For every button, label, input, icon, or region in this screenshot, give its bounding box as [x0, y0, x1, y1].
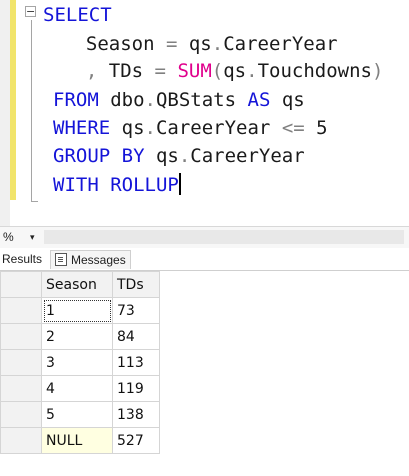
cell-tds[interactable]: 73: [112, 297, 160, 324]
code-token: qs: [110, 117, 145, 139]
code-token: .: [144, 117, 156, 139]
table-row[interactable]: 3 113: [0, 349, 160, 376]
code-token: GROUP BY: [53, 145, 145, 167]
code-token: qs: [144, 145, 179, 167]
text-cursor: [178, 173, 181, 195]
editor-gutter: [0, 0, 10, 226]
code-token: CareerYear: [155, 117, 282, 139]
chevron-down-icon: ▾: [30, 232, 35, 242]
code-token: FROM: [53, 89, 99, 111]
table-row[interactable]: 1 73: [0, 297, 160, 324]
table-row[interactable]: 2 84: [0, 323, 160, 350]
code-token: qs: [270, 89, 305, 111]
code-token: ): [371, 60, 384, 82]
modified-lines-indicator: [10, 0, 16, 200]
result-tabs: Results Messages: [0, 248, 409, 271]
code-token: ,: [85, 60, 98, 82]
code-line[interactable]: WHERE qs.CareerYear <= 5: [53, 115, 328, 141]
tab-results[interactable]: Results: [0, 250, 49, 269]
code-token: dbo: [98, 89, 145, 111]
grid-header-row: Season TDs: [0, 271, 160, 298]
code-line[interactable]: WITH ROLLUP: [53, 172, 181, 198]
code-token: CareerYear: [190, 145, 305, 167]
collapse-region-icon[interactable]: −: [25, 6, 36, 17]
query-editor[interactable]: − SELECT Season = qs.CareerYear , TDs = …: [0, 0, 409, 226]
row-number-header[interactable]: [0, 271, 42, 298]
table-row[interactable]: 4 119: [0, 375, 160, 402]
tab-messages-label: Messages: [71, 253, 126, 267]
code-line[interactable]: , TDs = SUM(qs.Touchdowns): [63, 58, 384, 84]
horizontal-scrollbar[interactable]: [44, 230, 404, 244]
cell-tds[interactable]: 84: [112, 323, 160, 350]
code-token: (: [211, 60, 224, 82]
editor-status-bar: % ▾: [0, 226, 409, 250]
zoom-value: %: [3, 230, 14, 244]
messages-icon: [55, 253, 67, 266]
fold-region-line: [31, 20, 32, 202]
cell-season[interactable]: 1: [41, 297, 113, 324]
code-token: CareerYear: [223, 33, 338, 55]
cell-season[interactable]: NULL: [41, 427, 113, 454]
tab-results-label: Results: [2, 252, 43, 266]
code-line[interactable]: SELECT: [43, 2, 112, 28]
row-selector[interactable]: [0, 297, 42, 324]
code-token: SUM: [177, 60, 212, 82]
row-selector[interactable]: [0, 401, 42, 428]
code-token: .: [211, 33, 224, 55]
code-token: Touchdowns: [257, 60, 372, 82]
code-token: .: [246, 60, 258, 82]
code-token: =: [165, 33, 178, 55]
code-token: .: [144, 89, 156, 111]
cell-tds[interactable]: 113: [112, 349, 160, 376]
table-row[interactable]: NULL 527: [0, 427, 160, 454]
code-token: <=: [281, 117, 305, 139]
code-token: WITH ROLLUP: [53, 174, 179, 196]
code-token: QBStats: [155, 89, 248, 111]
cell-season[interactable]: 3: [41, 349, 113, 376]
code-line[interactable]: GROUP BY qs.CareerYear: [53, 143, 305, 169]
code-token: WHERE: [53, 117, 111, 139]
fold-region-end: [31, 201, 38, 202]
code-token: SELECT: [43, 4, 112, 26]
column-header-season[interactable]: Season: [41, 271, 113, 298]
cell-season[interactable]: 4: [41, 375, 113, 402]
code-token: qs: [177, 33, 212, 55]
zoom-dropdown[interactable]: % ▾: [0, 227, 42, 247]
code-token: qs: [223, 60, 247, 82]
code-token: .: [178, 145, 191, 167]
row-selector[interactable]: [0, 375, 42, 402]
code-token: Season: [63, 33, 166, 55]
code-token: TDs: [97, 60, 155, 82]
results-grid[interactable]: Season TDs 1 73 2 84 3 113 4 119 5 138 NULL 527: [0, 271, 160, 454]
code-token: =: [154, 60, 166, 82]
tab-messages[interactable]: Messages: [50, 250, 131, 269]
code-line[interactable]: Season = qs.CareerYear: [63, 31, 338, 57]
table-row[interactable]: 5 138: [0, 401, 160, 428]
row-selector[interactable]: [0, 323, 42, 350]
row-selector[interactable]: [0, 427, 42, 454]
cell-tds[interactable]: 527: [112, 427, 160, 454]
cell-tds[interactable]: 138: [112, 401, 160, 428]
code-token: AS: [247, 89, 271, 111]
column-header-tds[interactable]: TDs: [112, 271, 160, 298]
cell-season[interactable]: 5: [41, 401, 113, 428]
cell-season[interactable]: 2: [41, 323, 113, 350]
row-selector[interactable]: [0, 349, 42, 376]
code-token: 5: [304, 117, 328, 139]
cell-tds[interactable]: 119: [112, 375, 160, 402]
code-line[interactable]: FROM dbo.QBStats AS qs: [53, 87, 305, 113]
